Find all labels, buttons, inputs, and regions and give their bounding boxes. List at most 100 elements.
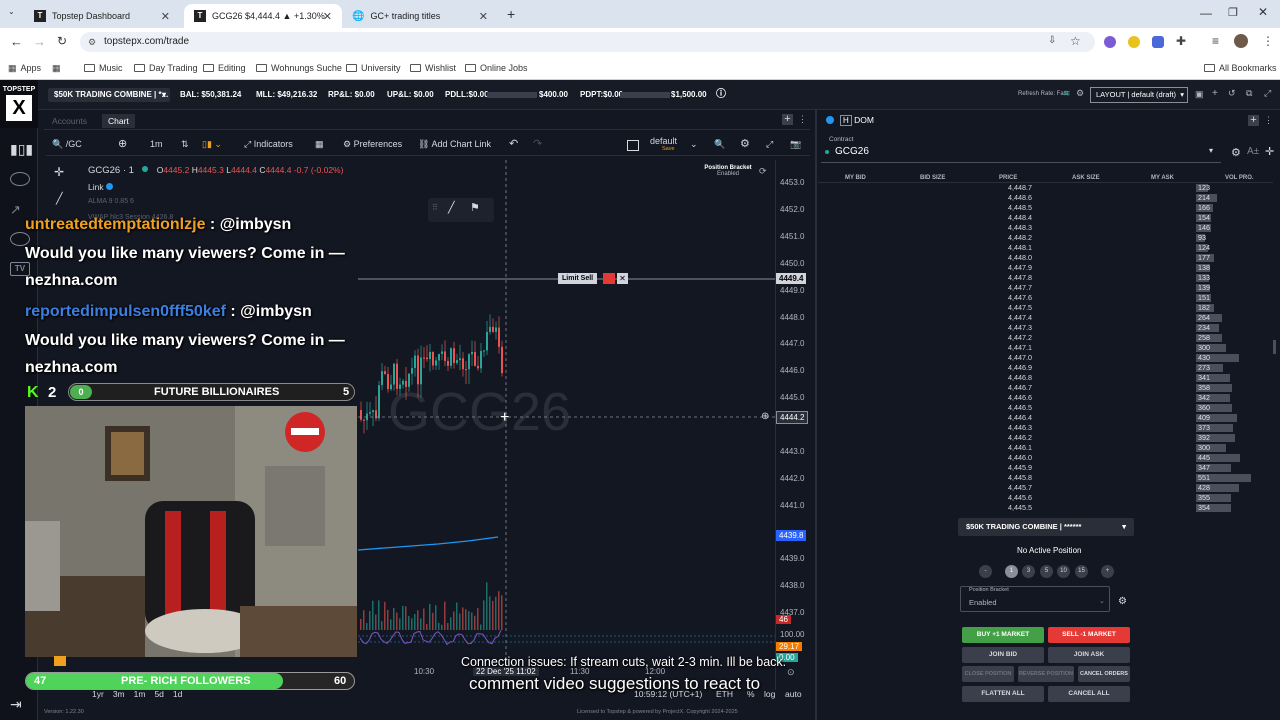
chevron-down-icon[interactable]: ⌄ — [690, 139, 698, 150]
quantity-button-10[interactable]: 10 — [1057, 565, 1070, 578]
reverse-position-button[interactable]: REVERSE POSITION — [1018, 666, 1074, 682]
dom-tab[interactable]: H DOM — [840, 115, 874, 126]
dom-row[interactable]: 4,445.9 347 — [818, 463, 1273, 473]
dom-row[interactable]: 4,445.7 428 — [818, 483, 1273, 493]
candle-type-icon[interactable]: ▯▮ ⌄ — [202, 139, 222, 150]
dom-row[interactable]: 4,446.5 360 — [818, 403, 1273, 413]
dom-row[interactable]: 4,448.6 214 — [818, 193, 1273, 203]
bookmark-university[interactable]: University — [346, 61, 401, 75]
more-icon[interactable]: ⋮ — [798, 114, 807, 125]
dom-row[interactable]: 4,446.4 409 — [818, 413, 1273, 423]
dom-row[interactable]: 4,448.2 93 — [818, 233, 1273, 243]
community-icon[interactable] — [10, 172, 30, 186]
bar-style-icon[interactable]: ⇅ — [181, 139, 189, 150]
template-save[interactable]: Save — [662, 146, 675, 152]
symbol-search[interactable]: 🔍 /GC — [52, 139, 82, 150]
add-panel-icon[interactable]: + — [782, 114, 793, 125]
bookmark-apps[interactable]: ▦ Apps — [8, 61, 41, 75]
cancel-all-button[interactable]: CANCEL ALL — [1048, 686, 1130, 702]
dom-row[interactable]: 4,446.9 273 — [818, 363, 1273, 373]
dom-row[interactable]: 4,446.2 392 — [818, 433, 1273, 443]
center-icon[interactable]: ✛ — [1265, 145, 1274, 158]
dom-row[interactable]: 4,448.3 146 — [818, 223, 1273, 233]
dom-row[interactable]: 4,447.5 182 — [818, 303, 1273, 313]
bookmark-wishlist[interactable]: Wishlist — [410, 61, 456, 75]
bookmark-day-trading[interactable]: Day Trading — [134, 61, 198, 75]
dom-row[interactable]: 4,446.1 300 — [818, 443, 1273, 453]
close-tab-icon[interactable]: ✕ — [479, 10, 488, 23]
preferences-button[interactable]: ⚙ Preferences — [343, 139, 402, 150]
site-info-icon[interactable]: ⚙ — [88, 32, 96, 52]
fullscreen-icon[interactable] — [627, 140, 639, 151]
limit-sell-order[interactable]: Limit Sell — [558, 273, 598, 284]
dom-row[interactable]: 4,448.4 154 — [818, 213, 1273, 223]
dom-row[interactable]: 4,447.3 234 — [818, 323, 1273, 333]
dom-row[interactable]: 4,445.6 355 — [818, 493, 1273, 503]
browser-tab-gcg26[interactable]: T GCG26 $4,444.4 ▲ +1.30% ✕ — [184, 4, 342, 28]
dom-row[interactable]: 4,447.6 151 — [818, 293, 1273, 303]
camera-icon[interactable]: 📷 — [790, 139, 801, 150]
popout-icon[interactable]: ⧉ — [1246, 88, 1252, 99]
dom-row[interactable]: 4,447.9 138 — [818, 263, 1273, 273]
log-toggle[interactable]: log — [764, 689, 775, 699]
gear-icon[interactable]: ⚙ — [1231, 146, 1241, 159]
cancel-order-icon[interactable]: ✕ — [617, 273, 628, 284]
extension-icon[interactable] — [1104, 36, 1116, 48]
bracket-settings-icon[interactable]: ⚙ — [1118, 596, 1127, 607]
tab-search-icon[interactable]: ≡ — [1212, 34, 1219, 48]
range-5d[interactable]: 5d — [154, 689, 163, 699]
new-tab-button[interactable]: + — [507, 6, 515, 22]
reset-icon[interactable]: ↺ — [1228, 88, 1236, 99]
join-bid-button[interactable]: JOIN BID — [962, 647, 1044, 663]
join-ask-button[interactable]: JOIN ASK — [1048, 647, 1130, 663]
quantity-button-5[interactable]: 5 — [1040, 565, 1053, 578]
settings-icon[interactable]: ⚙ — [740, 137, 750, 150]
dom-row[interactable]: 4,447.7 139 — [818, 283, 1273, 293]
install-icon[interactable]: ⇩ — [1048, 35, 1056, 46]
range-1m[interactable]: 1m — [134, 689, 146, 699]
bookmark-wohnungs[interactable]: Wohnungs Suche — [256, 61, 342, 75]
dom-link-dot-icon[interactable] — [826, 116, 834, 124]
tab-accounts[interactable]: Accounts — [52, 116, 87, 126]
dom-row[interactable]: 4,448.0 177 — [818, 253, 1273, 263]
bookmark-music[interactable]: Music — [84, 61, 123, 75]
logout-icon[interactable]: ⇥ — [10, 696, 22, 713]
extension-icon[interactable] — [1128, 36, 1140, 48]
range-1yr[interactable]: 1yr — [92, 689, 104, 699]
quantity-button-1[interactable]: 1 — [1005, 565, 1018, 578]
crosshair-tool-icon[interactable]: ✛ — [54, 165, 64, 179]
order-account-select[interactable]: $50K TRADING COMBINE | ****** ▾ — [958, 518, 1134, 536]
price-scale[interactable]: 4453.0 4452.0 4451.0 4450.0 4449.4 4449.… — [775, 160, 810, 690]
trending-icon[interactable]: ↗ — [10, 202, 30, 217]
redo-icon[interactable]: ↷ — [533, 137, 542, 150]
bookmark-grid[interactable]: ▦ — [52, 61, 61, 75]
dom-row[interactable]: 4,448.1 124 — [818, 243, 1273, 253]
avatar[interactable] — [1234, 34, 1248, 48]
close-window-button[interactable]: ✕ — [1258, 5, 1268, 19]
dom-row[interactable]: 4,448.7 123 — [818, 183, 1273, 193]
more-icon[interactable]: ⋮ — [1264, 115, 1273, 126]
back-arrow-icon[interactable]: ← — [10, 34, 23, 49]
layout-select[interactable]: LAYOUT | default (draft) ▾ — [1090, 87, 1188, 103]
bookmark-star-icon[interactable]: ☆ — [1070, 34, 1081, 48]
address-bar[interactable]: ⚙ topstepx.com/trade — [80, 32, 1095, 52]
dom-row[interactable]: 4,446.3 373 — [818, 423, 1273, 433]
dom-row[interactable]: 4,445.5 354 — [818, 503, 1273, 513]
interval-select[interactable]: 1m — [150, 139, 163, 149]
range-3m[interactable]: 3m — [113, 689, 125, 699]
browser-tab-dashboard[interactable]: T Topstep Dashboard ✕ — [24, 4, 180, 28]
dom-row[interactable]: 4,447.4 264 — [818, 313, 1273, 323]
dom-row[interactable]: 4,446.8 341 — [818, 373, 1273, 383]
dom-row[interactable]: 4,447.2 258 — [818, 333, 1273, 343]
price-chart[interactable]: GCG26 — [358, 160, 775, 660]
indicators-button[interactable]: ⤢ Indicators — [244, 139, 293, 150]
font-size-icon[interactable]: A± — [1247, 146, 1259, 157]
quantity-button-3[interactable]: 3 — [1022, 565, 1035, 578]
dom-row[interactable]: 4,445.8 551 — [818, 473, 1273, 483]
reload-icon[interactable]: ↻ — [57, 34, 67, 48]
expand-icon[interactable]: ⤢ — [1264, 88, 1271, 99]
quantity-button-15[interactable]: 15 — [1075, 565, 1088, 578]
dom-row[interactable]: 4,447.0 430 — [818, 353, 1273, 363]
compare-icon[interactable]: ⊕ — [118, 137, 127, 150]
add-panel-icon[interactable]: + — [1248, 115, 1259, 126]
